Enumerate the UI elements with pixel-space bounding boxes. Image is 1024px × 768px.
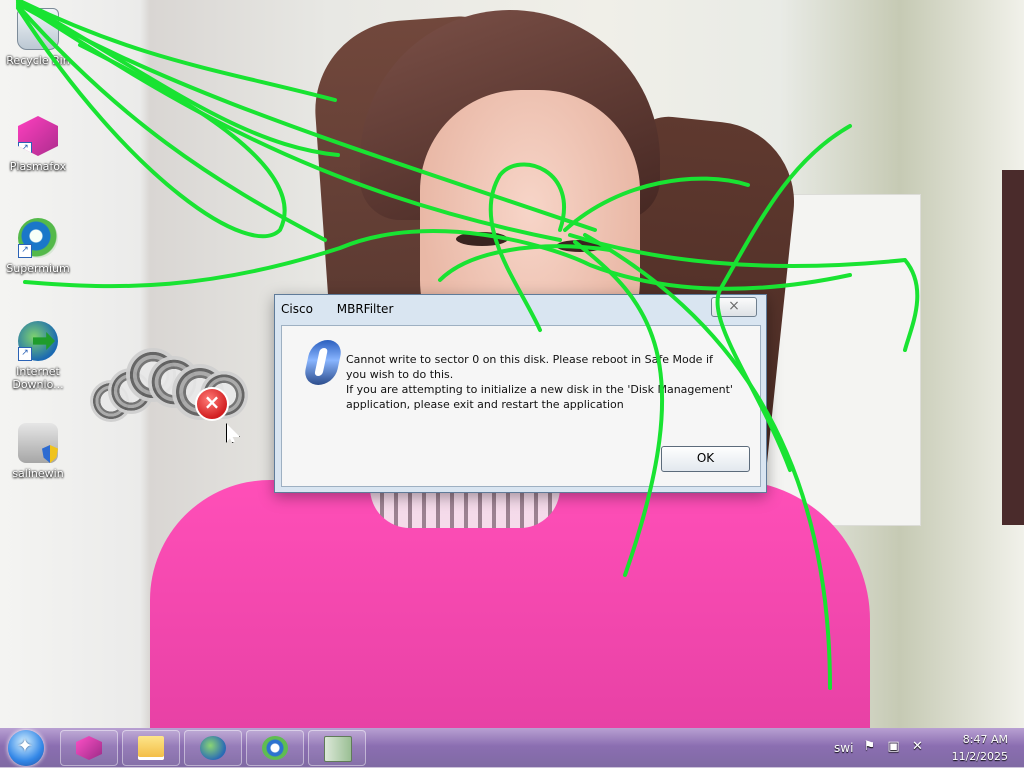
desktop-icon-label: Supermium bbox=[6, 262, 70, 275]
desktop-icon-salinewin[interactable]: salinewin bbox=[4, 423, 72, 480]
taskbar-plasmafox[interactable] bbox=[60, 730, 118, 766]
dialog-title-text: MBRFilter bbox=[336, 302, 394, 316]
internet-download-manager-icon bbox=[200, 736, 226, 760]
system-tray: swi ⚑ ▣ ✕ 8:47 AM 11/2/2025 bbox=[834, 728, 1024, 768]
dialog-body: Cannot write to sector 0 on this disk. P… bbox=[281, 325, 761, 487]
flag-icon[interactable]: ⚑ bbox=[862, 740, 877, 755]
salinewin-icon bbox=[18, 423, 58, 463]
wallpaper-left-eye bbox=[456, 232, 508, 246]
taskbar-file-explorer[interactable] bbox=[122, 730, 180, 766]
start-button[interactable] bbox=[8, 730, 44, 766]
folder-icon bbox=[138, 736, 164, 760]
wallpaper-necklace bbox=[370, 488, 560, 528]
dialog-message: Cannot write to sector 0 on this disk. P… bbox=[346, 352, 736, 412]
desktop-icon-plasmafox[interactable]: ↗ Plasmafox bbox=[4, 116, 72, 173]
taskbar: swi ⚑ ▣ ✕ 8:47 AM 11/2/2025 bbox=[0, 728, 1024, 768]
muted-speaker-icon[interactable]: ✕ bbox=[910, 740, 925, 755]
internet-download-manager-icon: ↗ bbox=[18, 321, 58, 361]
error-x-icon: × bbox=[195, 387, 229, 421]
plasmafox-icon bbox=[76, 736, 102, 760]
salinewin-icon bbox=[324, 736, 352, 762]
tray-label: swi bbox=[834, 741, 854, 755]
supermium-icon bbox=[262, 736, 288, 760]
clock-time[interactable]: 8:47 AM bbox=[963, 733, 1008, 746]
taskbar-salinewin[interactable] bbox=[308, 730, 366, 766]
desktop-icon-internet-download-manager[interactable]: ↗ Internet Downlo... bbox=[4, 321, 72, 391]
dialog-message-line-1: Cannot write to sector 0 on this disk. P… bbox=[346, 353, 713, 381]
network-icon[interactable]: ▣ bbox=[886, 740, 901, 755]
shortcut-arrow-icon: ↗ bbox=[18, 142, 32, 156]
plasmafox-icon: ↗ bbox=[18, 116, 58, 156]
desktop-icon-label: Internet Downlo... bbox=[12, 365, 64, 391]
desktop-icon-label: Plasmafox bbox=[9, 160, 67, 173]
dialog-title: Cisco MBRFilter bbox=[281, 302, 413, 316]
dialog-close-button[interactable]: × bbox=[711, 297, 757, 317]
shortcut-arrow-icon: ↗ bbox=[18, 347, 32, 361]
dialog-message-line-2: If you are attempting to initialize a ne… bbox=[346, 383, 733, 411]
error-icon-stamp-cluster: × bbox=[90, 340, 270, 450]
desktop-icon-label: Recycle Bin bbox=[6, 54, 70, 67]
ok-button[interactable]: OK bbox=[661, 446, 750, 472]
desktop-icon-supermium[interactable]: ↗ Supermium bbox=[4, 218, 72, 275]
uac-shield-icon bbox=[42, 445, 58, 463]
recycle-bin-icon bbox=[17, 8, 59, 50]
desktop-icon-recycle-bin[interactable]: Recycle Bin bbox=[4, 8, 72, 67]
shortcut-arrow-icon: ↗ bbox=[18, 244, 32, 258]
taskbar-internet-download-manager[interactable] bbox=[184, 730, 242, 766]
mbrfilter-dialog: Cisco MBRFilter × Cannot write to sector… bbox=[274, 294, 767, 493]
download-arrow-icon bbox=[33, 332, 55, 350]
clock-date[interactable]: 11/2/2025 bbox=[952, 750, 1008, 763]
desktop-icon-label: salinewin bbox=[12, 467, 64, 480]
wallpaper-door bbox=[1002, 170, 1024, 525]
dialog-title-app: Cisco bbox=[281, 302, 313, 316]
taskbar-supermium[interactable] bbox=[246, 730, 304, 766]
supermium-icon: ↗ bbox=[18, 218, 58, 258]
mbrfilter-app-icon bbox=[302, 340, 344, 385]
wallpaper-right-eye bbox=[556, 240, 604, 252]
